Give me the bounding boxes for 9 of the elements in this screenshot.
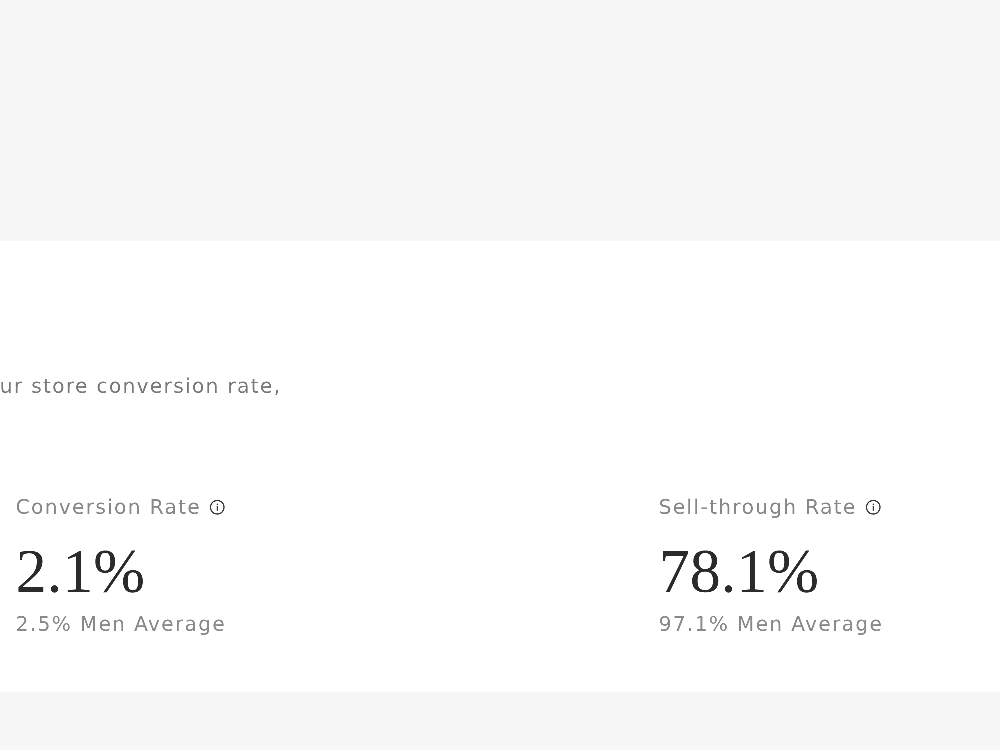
intro-text: ur store conversion rate, — [0, 374, 283, 398]
benchmark-text: 2.5% Men Average — [16, 612, 226, 636]
benchmark-text: 97.1% Men Average — [659, 612, 884, 636]
metric-label: Conversion Rate — [16, 495, 202, 519]
metric-value: 2.1% — [16, 540, 146, 604]
metric-label: Sell-through Rate — [659, 495, 857, 519]
info-icon[interactable] — [210, 500, 226, 514]
info-icon[interactable] — [866, 500, 881, 514]
metric-value: 78.1% — [659, 540, 820, 604]
